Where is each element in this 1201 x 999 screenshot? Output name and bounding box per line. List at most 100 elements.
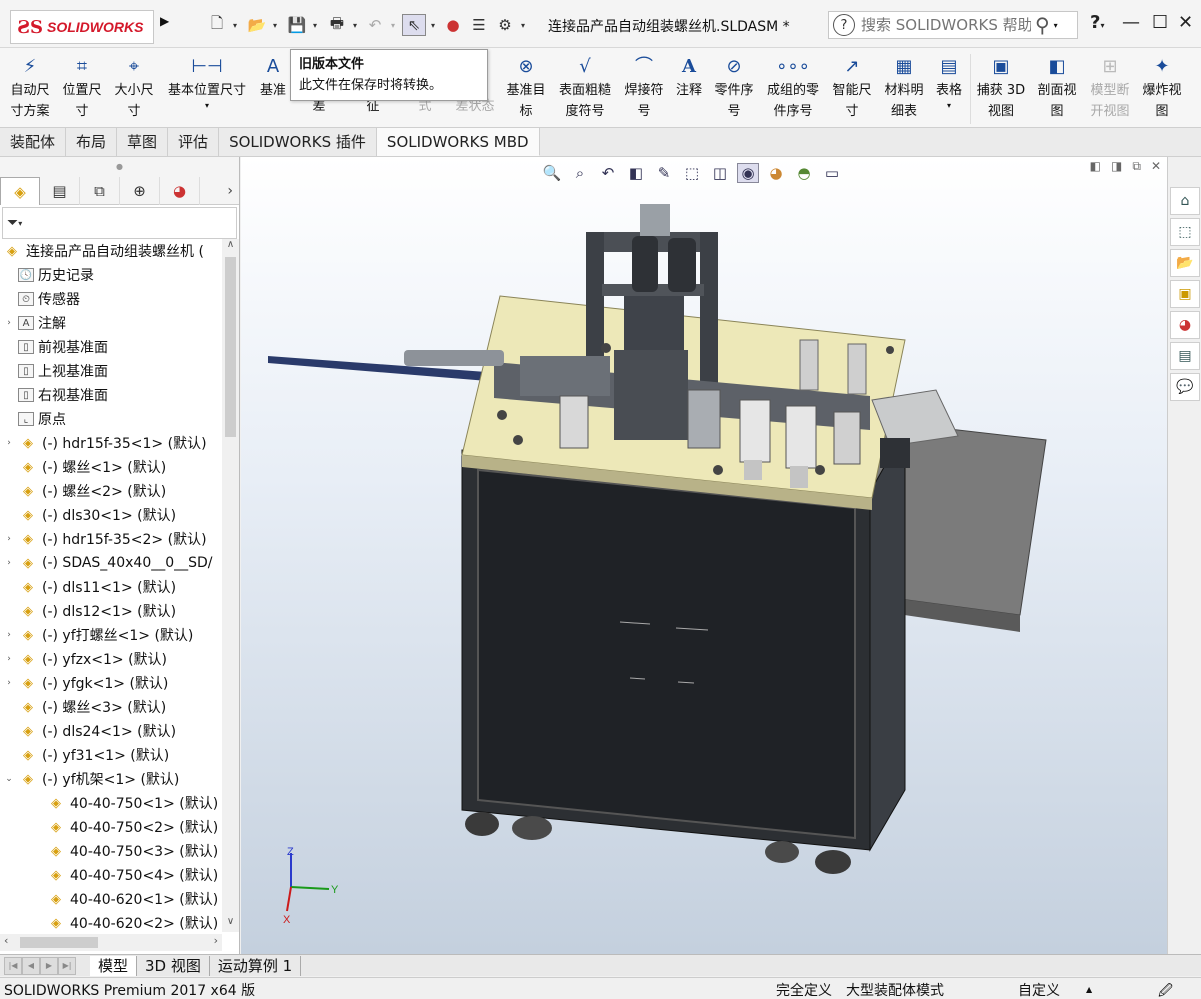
tree-item[interactable]: ⌄ ◈ (-) yf机架<1> (默认)	[0, 767, 222, 791]
smart-dimension-button[interactable]: ↗ 智能尺寸	[828, 54, 876, 122]
tree-item[interactable]: ◈ (-) 螺丝<3> (默认)	[0, 695, 222, 719]
tree-root[interactable]: ◈ 连接品产品自动组装螺丝机 (	[0, 239, 222, 263]
tree-item[interactable]: › ◈ (-) yfzx<1> (默认)	[0, 647, 222, 671]
help-menu-button[interactable]: ?▾	[1090, 12, 1104, 33]
first-tab-icon[interactable]: |◀	[4, 956, 22, 975]
tree-item[interactable]: ◈ (-) dls24<1> (默认)	[0, 719, 222, 743]
custom-properties-icon[interactable]: ▤	[1170, 342, 1200, 370]
search-dropdown-icon[interactable]: ▾	[1054, 21, 1058, 30]
expand-toggle-icon[interactable]: ›	[0, 558, 18, 568]
scroll-left-icon[interactable]: ‹	[4, 934, 8, 947]
solidworks-resources-home-icon[interactable]: ⌂	[1170, 187, 1200, 215]
new-document-icon[interactable]: 🗋	[206, 14, 228, 36]
next-tab-icon[interactable]: ▶	[40, 956, 58, 975]
scroll-right-icon[interactable]: ›	[214, 934, 218, 947]
view-palette-icon[interactable]: ▣	[1170, 280, 1200, 308]
search-icon[interactable]: ⚲	[1035, 13, 1050, 37]
help-search-box[interactable]: ? ⚲ ▾	[828, 11, 1078, 39]
scroll-up-icon[interactable]: ∧	[222, 239, 239, 255]
expand-toggle-icon[interactable]: ›	[0, 678, 18, 688]
stacked-balloon-button[interactable]: ∘∘∘ 成组的零 件序号	[762, 54, 824, 122]
note-button[interactable]: A 注释	[672, 54, 706, 101]
expand-toggle-icon[interactable]: ›	[0, 438, 18, 448]
new-dropdown-icon[interactable]: ▾	[230, 14, 240, 36]
design-library-icon[interactable]: ⬚	[1170, 218, 1200, 246]
tree-item[interactable]: › ◈ (-) yf打螺丝<1> (默认)	[0, 623, 222, 647]
tree-item[interactable]: ◈ (-) dls30<1> (默认)	[0, 503, 222, 527]
assembly-model[interactable]	[241, 157, 1167, 954]
tree-item[interactable]: ▯ 上视基准面	[0, 359, 222, 383]
tree-item[interactable]: › ◈ (-) yfgk<1> (默认)	[0, 671, 222, 695]
scroll-down-icon[interactable]: ∨	[222, 916, 239, 932]
size-dimension-button[interactable]: ⌖ 大小尺寸	[110, 54, 158, 122]
select-pointer-icon[interactable]: ⇖	[402, 14, 426, 36]
tree-item[interactable]: ◈ 40-40-620<2> (默认)	[0, 911, 222, 933]
section-view-button[interactable]: ◧ 剖面视图	[1032, 54, 1082, 122]
tab-layout[interactable]: 布局	[66, 128, 118, 156]
location-dimension-button[interactable]: ⌗ 位置尺寸	[58, 54, 106, 122]
save-icon[interactable]: 💾	[286, 14, 308, 36]
menu-expand-arrow-icon[interactable]: ▶	[160, 14, 172, 32]
tree-vertical-scrollbar[interactable]: ∧ ∨	[222, 239, 239, 932]
datum-target-button[interactable]: ⊗ 基准目标	[504, 54, 548, 122]
units-dropdown-icon[interactable]: ▲	[1086, 985, 1092, 994]
tree-item[interactable]: ◈ (-) 螺丝<1> (默认)	[0, 455, 222, 479]
tree-item[interactable]: ◈ 40-40-750<4> (默认)	[0, 863, 222, 887]
prev-tab-icon[interactable]: ◀	[22, 956, 40, 975]
tree-item[interactable]: ◈ 40-40-750<1> (默认)	[0, 791, 222, 815]
appearances-scenes-icon[interactable]: ◕	[1170, 311, 1200, 339]
select-dropdown-icon[interactable]: ▾	[428, 14, 438, 36]
search-input[interactable]	[861, 16, 1031, 34]
tree-item[interactable]: 🕓 历史记录	[0, 263, 222, 287]
tab-solidworks-addins[interactable]: SOLIDWORKS 插件	[219, 128, 377, 156]
surface-finish-button[interactable]: √ 表面粗糙 度符号	[554, 54, 616, 122]
basic-location-dimension-button[interactable]: ⊢⊣ 基本位置尺寸 ▾	[162, 54, 252, 111]
hscroll-thumb[interactable]	[20, 937, 98, 948]
tree-item[interactable]: › A 注解	[0, 311, 222, 335]
table-button[interactable]: ▤ 表格 ▾	[932, 54, 966, 111]
tree-item[interactable]: ▯ 前视基准面	[0, 335, 222, 359]
tree-filter[interactable]: ⏷ ▾	[2, 207, 237, 239]
tree-item[interactable]: ◈ (-) 螺丝<2> (默认)	[0, 479, 222, 503]
status-custom-units[interactable]: 自定义	[1018, 980, 1060, 999]
expand-toggle-icon[interactable]: ›	[0, 318, 18, 328]
property-manager-tab-icon[interactable]: ▤	[40, 177, 80, 205]
tab-motion-study-1[interactable]: 运动算例 1	[210, 955, 302, 976]
open-dropdown-icon[interactable]: ▾	[270, 14, 280, 36]
tree-item[interactable]: › ◈ (-) SDAS_40x40__0__SD/	[0, 551, 222, 575]
expand-toggle-icon[interactable]: ›	[0, 654, 18, 664]
weld-symbol-button[interactable]: ⌒ 焊接符号	[620, 54, 668, 122]
save-dropdown-icon[interactable]: ▾	[310, 14, 320, 36]
tree-item[interactable]: ◈ (-) dls12<1> (默认)	[0, 599, 222, 623]
print-dropdown-icon[interactable]: ▾	[350, 14, 360, 36]
rebuild-traffic-light-icon[interactable]: ●	[444, 14, 462, 36]
tab-model[interactable]: 模型	[90, 955, 138, 976]
tab-evaluate[interactable]: 评估	[168, 128, 220, 156]
configuration-manager-tab-icon[interactable]: ⧉	[80, 177, 120, 205]
last-tab-icon[interactable]: ▶|	[58, 956, 76, 975]
tab-sketch[interactable]: 草图	[117, 128, 169, 156]
tree-item[interactable]: ◈ 40-40-620<1> (默认)	[0, 887, 222, 911]
tree-item[interactable]: ◈ (-) yf31<1> (默认)	[0, 743, 222, 767]
tree-horizontal-scrollbar[interactable]: ‹ ›	[0, 934, 222, 951]
options-dropdown-icon[interactable]: ▾	[518, 14, 528, 36]
quick-tips-icon[interactable]: 🖉	[1158, 980, 1173, 999]
explode-view-button[interactable]: ✦ 爆炸视图	[1138, 54, 1186, 122]
tree-item[interactable]: ▯ 右视基准面	[0, 383, 222, 407]
tab-solidworks-mbd[interactable]: SOLIDWORKS MBD	[376, 128, 540, 156]
print-icon[interactable]: 🖶	[326, 14, 348, 36]
open-document-icon[interactable]: 📂	[246, 14, 268, 36]
panel-more-chevron-icon[interactable]: ›	[200, 177, 239, 204]
dimxpert-manager-tab-icon[interactable]: ⊕	[120, 177, 160, 205]
tab-assembly[interactable]: 装配体	[0, 128, 67, 156]
tree-item[interactable]: ⌞ 原点	[0, 407, 222, 431]
tree-item[interactable]: ◈ 40-40-750<3> (默认)	[0, 839, 222, 863]
file-properties-icon[interactable]: ☰	[468, 14, 490, 36]
tree-item[interactable]: › ◈ (-) hdr15f-35<2> (默认)	[0, 527, 222, 551]
close-icon[interactable]: ✕	[1178, 12, 1193, 33]
scroll-thumb[interactable]	[225, 257, 236, 437]
feature-manager-tab-icon[interactable]: ◈	[0, 177, 40, 205]
tab-3d-views[interactable]: 3D 视图	[137, 955, 210, 976]
solidworks-logo[interactable]: ƧS SOLIDWORKS	[10, 10, 154, 44]
options-gear-icon[interactable]: ⚙	[494, 14, 516, 36]
